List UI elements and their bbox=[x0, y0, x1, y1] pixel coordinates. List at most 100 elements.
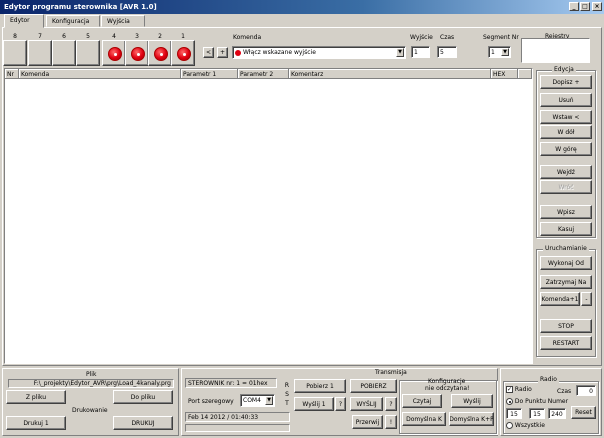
point-value-1: 15 bbox=[510, 411, 518, 418]
run-from-button[interactable]: Wykonaj Od bbox=[540, 256, 592, 270]
next-command-button[interactable]: + bbox=[217, 47, 228, 58]
from-file-button[interactable]: Z pliku bbox=[6, 390, 66, 404]
radio-time-label: Czas bbox=[557, 388, 572, 395]
progress-bar bbox=[185, 424, 290, 432]
column-header-hex[interactable]: HEX bbox=[491, 69, 518, 79]
read-button[interactable]: Czytaj bbox=[402, 394, 442, 408]
interrupt-label: Przerwij bbox=[355, 418, 380, 426]
exclamation-icon: ! bbox=[389, 418, 393, 426]
bit-toggle-4[interactable] bbox=[102, 40, 126, 66]
close-icon: × bbox=[594, 3, 600, 10]
restart-label: RESTART bbox=[552, 339, 580, 347]
bit-toggle-7[interactable] bbox=[28, 40, 52, 66]
output-input[interactable]: 1 bbox=[411, 46, 430, 58]
write-label: Wpisz bbox=[557, 208, 575, 216]
prev-command-button[interactable]: < bbox=[203, 47, 214, 58]
interrupt-button[interactable]: Przerwij bbox=[352, 415, 383, 429]
clear-button[interactable]: Kasuj bbox=[540, 222, 592, 236]
tab-edytor[interactable]: Edytor bbox=[4, 14, 44, 28]
next-label: + bbox=[219, 49, 226, 56]
checkbox-checked-icon: ✓ bbox=[506, 386, 513, 393]
point-field-1[interactable]: 15 bbox=[506, 408, 522, 419]
segment-label: Segment Nr bbox=[483, 34, 519, 41]
maximize-button[interactable]: □ bbox=[580, 2, 590, 11]
back-button[interactable]: Wróć bbox=[540, 180, 592, 194]
reset-button[interactable]: Reset bbox=[571, 406, 596, 419]
send-all-query-button[interactable]: ? bbox=[385, 397, 397, 411]
stop-at-button[interactable]: Zatrzymaj Na bbox=[540, 275, 592, 289]
point-field-3[interactable]: 240 bbox=[548, 408, 566, 419]
registers-display bbox=[521, 38, 590, 63]
bit-toggle-1[interactable] bbox=[171, 40, 195, 66]
print-all-button[interactable]: DRUKUJ bbox=[113, 416, 173, 430]
file-path-display: F:\_projekty\Edytor_AVR\prg\Load_4kanaly… bbox=[8, 379, 174, 388]
stop-button[interactable]: STOP bbox=[540, 319, 592, 333]
column-header-nr[interactable]: Nr bbox=[5, 69, 19, 79]
column-header-param2[interactable]: Parametr 2 bbox=[238, 69, 289, 79]
close-button[interactable]: × bbox=[592, 2, 602, 11]
move-up-button[interactable]: W górę bbox=[540, 142, 592, 156]
fetch1-button[interactable]: Pobierz 1 bbox=[294, 379, 346, 393]
print1-button[interactable]: Drukuj 1 bbox=[6, 416, 66, 430]
send1-label: Wyślij 1 bbox=[302, 400, 326, 408]
default-kp-button[interactable]: Domyślna K+P bbox=[449, 412, 494, 426]
rst-s: S bbox=[285, 391, 289, 398]
bit-toggle-3[interactable] bbox=[125, 40, 149, 66]
write-button[interactable]: Wpisz bbox=[540, 205, 592, 219]
send-config-button[interactable]: Wyślij bbox=[451, 394, 493, 408]
move-up-label: W górę bbox=[555, 145, 577, 153]
to-point-radio[interactable]: Do Punktu Numer bbox=[506, 398, 568, 405]
send-all-button[interactable]: WYŚLIJ bbox=[350, 397, 383, 411]
config-status: nie odczytana! bbox=[425, 385, 470, 392]
enter-button[interactable]: Wejdź bbox=[540, 165, 592, 179]
restart-button[interactable]: RESTART bbox=[540, 336, 592, 350]
interrupt-excl-button[interactable]: ! bbox=[385, 415, 397, 429]
config-title: Konfiguracje bbox=[428, 378, 466, 385]
port-value: COM4 bbox=[243, 397, 261, 404]
question-icon: ? bbox=[338, 400, 343, 408]
to-point-label: Do Punktu Numer bbox=[514, 398, 569, 405]
segment-select[interactable]: 1 ▼ bbox=[488, 46, 511, 58]
device-info: STEROWNIK nr: 1 = 01hex bbox=[185, 378, 277, 388]
column-header-command[interactable]: Komenda bbox=[19, 69, 181, 79]
all-radio[interactable]: Wszystkie bbox=[506, 422, 545, 429]
column-header-comment[interactable]: Komentarz bbox=[289, 69, 491, 79]
radio-checkbox[interactable]: ✓ Radio bbox=[506, 386, 532, 393]
bit-toggle-6[interactable] bbox=[52, 40, 76, 66]
fetch-all-button[interactable]: POBIERZ bbox=[350, 379, 397, 393]
tab-label: Konfiguracja bbox=[52, 18, 90, 25]
default-k-button[interactable]: Domyślna K bbox=[402, 412, 446, 426]
point-field-2[interactable]: 15 bbox=[529, 408, 545, 419]
minus-button[interactable]: - bbox=[581, 292, 592, 306]
bit-toggle-8[interactable] bbox=[3, 40, 27, 66]
insert-button[interactable]: Wstaw < bbox=[540, 110, 592, 124]
append-button[interactable]: Dopisz + bbox=[540, 75, 592, 89]
rst-indicator[interactable]: R S T bbox=[283, 381, 291, 408]
column-header-param1[interactable]: Parametr 1 bbox=[181, 69, 238, 79]
bit-toggle-2[interactable] bbox=[148, 40, 172, 66]
led-on-icon bbox=[131, 47, 145, 61]
delete-button[interactable]: Usuń bbox=[540, 93, 592, 107]
command-plus-button[interactable]: Komenda+1 bbox=[540, 292, 580, 306]
stop-label: STOP bbox=[558, 322, 574, 330]
read-label: Czytaj bbox=[412, 397, 432, 405]
send1-button[interactable]: Wyślij 1 bbox=[294, 397, 334, 411]
time-input[interactable]: 5 bbox=[437, 46, 457, 58]
radio-selected-icon bbox=[506, 398, 513, 405]
send1-query-button[interactable]: ? bbox=[335, 397, 346, 411]
stop-at-label: Zatrzymaj Na bbox=[545, 278, 587, 286]
minimize-button[interactable]: _ bbox=[569, 2, 579, 11]
default-k-label: Domyślna K bbox=[406, 415, 442, 423]
port-select[interactable]: COM4 ▼ bbox=[240, 394, 275, 407]
command-select[interactable]: Włącz wskazane wyjście ▼ bbox=[232, 46, 406, 59]
tab-wyjscia[interactable]: Wyjścia bbox=[101, 15, 145, 27]
to-file-button[interactable]: Do pliku bbox=[113, 390, 173, 404]
program-table[interactable]: Nr Komenda Parametr 1 Parametr 2 Komenta… bbox=[4, 68, 533, 364]
led-on-icon bbox=[154, 47, 168, 61]
bit-toggle-5[interactable] bbox=[76, 40, 100, 66]
move-down-button[interactable]: W dół bbox=[540, 125, 592, 139]
radio-time-input[interactable]: 0 bbox=[576, 385, 596, 396]
output-value: 1 bbox=[414, 49, 418, 56]
title-bar: Edytor programu sterownika [AVR 1.0] bbox=[0, 0, 604, 14]
tab-konfiguracja[interactable]: Konfiguracja bbox=[46, 15, 100, 27]
